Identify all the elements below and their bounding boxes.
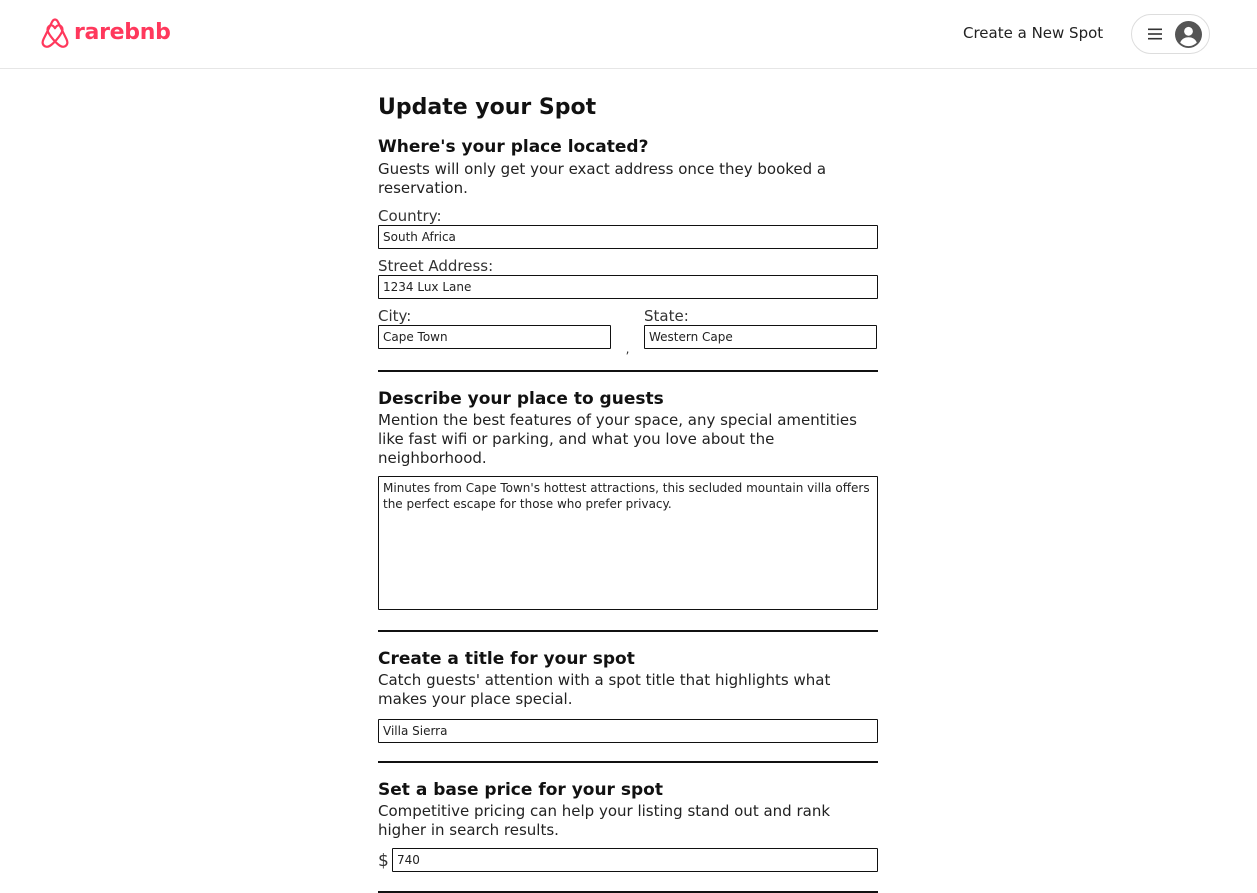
- update-spot-form: Update your Spot Where's your place loca…: [378, 88, 878, 893]
- description-heading: Describe your place to guests: [378, 389, 664, 409]
- city-state-separator: ,: [625, 342, 630, 356]
- state-group: State:: [644, 307, 877, 349]
- city-input[interactable]: [378, 325, 611, 349]
- country-label: Country:: [378, 207, 442, 225]
- location-section: Where's your place located? Guests will …: [378, 136, 878, 355]
- user-avatar-icon: [1175, 20, 1202, 48]
- title-section: Create a title for your spot Catch guest…: [378, 648, 878, 743]
- create-new-spot-link[interactable]: Create a New Spot: [963, 24, 1103, 42]
- brand-name: rarebnb: [74, 20, 171, 45]
- title-help-text: Catch guests' attention with a spot titl…: [378, 671, 831, 708]
- spot-title-input[interactable]: [378, 719, 878, 743]
- country-input[interactable]: [378, 225, 878, 249]
- state-input[interactable]: [644, 325, 877, 349]
- city-state-row: City: , State:: [378, 307, 878, 355]
- hamburger-icon: [1148, 28, 1162, 40]
- price-heading: Set a base price for your spot: [378, 780, 663, 800]
- city-label: City:: [378, 307, 412, 325]
- profile-menu-button[interactable]: [1131, 14, 1210, 54]
- price-help-text: Competitive pricing can help your listin…: [378, 802, 831, 839]
- description-help-text: Mention the best features of your space,…: [378, 411, 857, 467]
- airbnb-logo-icon: [41, 18, 69, 48]
- state-label: State:: [644, 307, 689, 325]
- top-navbar: rarebnb Create a New Spot: [0, 0, 1257, 69]
- price-input[interactable]: [392, 848, 878, 872]
- section-divider: [378, 370, 878, 372]
- currency-symbol: $: [378, 851, 389, 871]
- section-divider: [378, 630, 878, 632]
- section-divider: [378, 761, 878, 763]
- description-textarea[interactable]: Minutes from Cape Town's hottest attract…: [378, 476, 878, 610]
- location-description: Guests will only get your exact address …: [378, 160, 827, 197]
- street-address-label: Street Address:: [378, 257, 494, 275]
- price-section: Set a base price for your spot Competiti…: [378, 779, 878, 872]
- title-heading: Create a title for your spot: [378, 649, 635, 669]
- city-group: City:: [378, 307, 611, 349]
- page-title: Update your Spot: [378, 95, 597, 120]
- home-logo-link[interactable]: rarebnb: [40, 17, 171, 49]
- price-row: $: [378, 848, 878, 872]
- description-section: Describe your place to guests Mention th…: [378, 388, 878, 610]
- street-address-input[interactable]: [378, 275, 878, 299]
- location-heading: Where's your place located?: [378, 137, 649, 157]
